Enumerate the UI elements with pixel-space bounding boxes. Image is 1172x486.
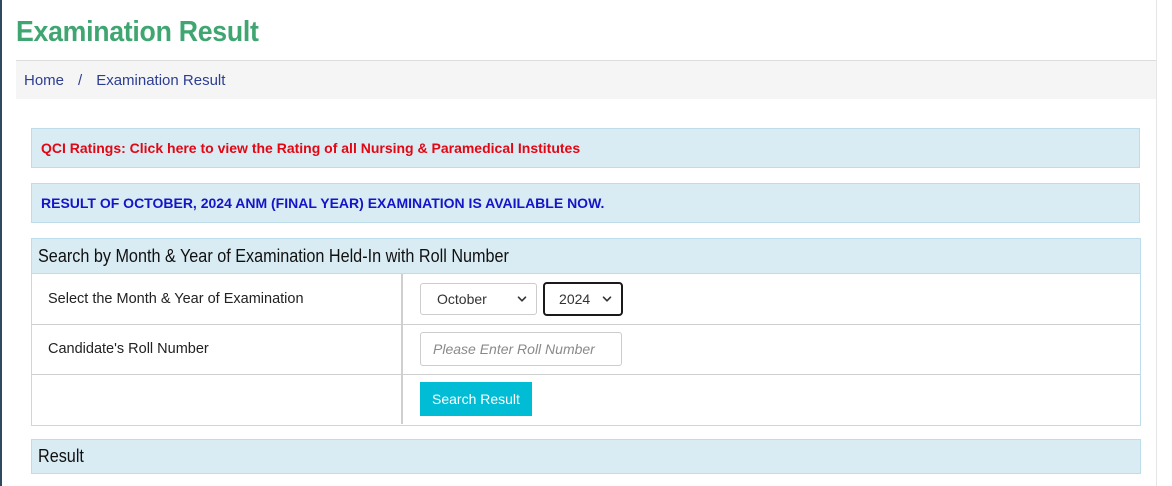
search-panel-heading-text: Search by Month & Year of Examination He…	[38, 245, 509, 266]
search-panel: Search by Month & Year of Examination He…	[31, 238, 1141, 426]
chevron-down-icon	[517, 296, 527, 302]
result-panel: Result	[31, 439, 1141, 474]
search-panel-heading: Search by Month & Year of Examination He…	[32, 239, 1140, 274]
window-left-border	[0, 0, 2, 486]
breadcrumb-current-link[interactable]: Examination Result	[96, 72, 225, 89]
roll-number-label: Candidate's Roll Number	[32, 323, 403, 375]
page-title: Examination Result	[16, 16, 259, 48]
scrollbar-track[interactable]	[1156, 0, 1172, 486]
empty-cell	[32, 373, 403, 424]
year-select[interactable]: 2024	[543, 281, 624, 316]
result-panel-heading: Result	[32, 440, 1140, 473]
month-select-value: October	[437, 290, 487, 307]
roll-number-cell	[401, 323, 1140, 375]
year-select-value: 2024	[559, 290, 591, 307]
search-form-table: Select the Month & Year of Examination O…	[32, 274, 1140, 424]
qci-ratings-link[interactable]: QCI Ratings: Click here to view the Rati…	[31, 128, 1140, 168]
table-row: Search Result	[32, 373, 1140, 424]
result-announcement: RESULT OF OCTOBER, 2024 ANM (FINAL YEAR)…	[31, 183, 1140, 223]
result-panel-heading-text: Result	[38, 446, 84, 466]
month-year-cell: October 2024	[401, 274, 1140, 325]
month-select[interactable]: October	[420, 282, 537, 315]
search-button-cell: Search Result	[401, 373, 1140, 424]
roll-number-input[interactable]	[420, 332, 622, 366]
breadcrumb: Home / Examination Result	[16, 60, 1156, 99]
table-row: Candidate's Roll Number	[32, 323, 1140, 375]
breadcrumb-separator: /	[78, 71, 83, 89]
month-year-label: Select the Month & Year of Examination	[32, 274, 403, 325]
search-result-button[interactable]: Search Result	[420, 382, 532, 417]
breadcrumb-home-link[interactable]: Home	[24, 72, 64, 89]
table-row: Select the Month & Year of Examination O…	[32, 274, 1140, 325]
chevron-down-icon	[602, 296, 612, 302]
